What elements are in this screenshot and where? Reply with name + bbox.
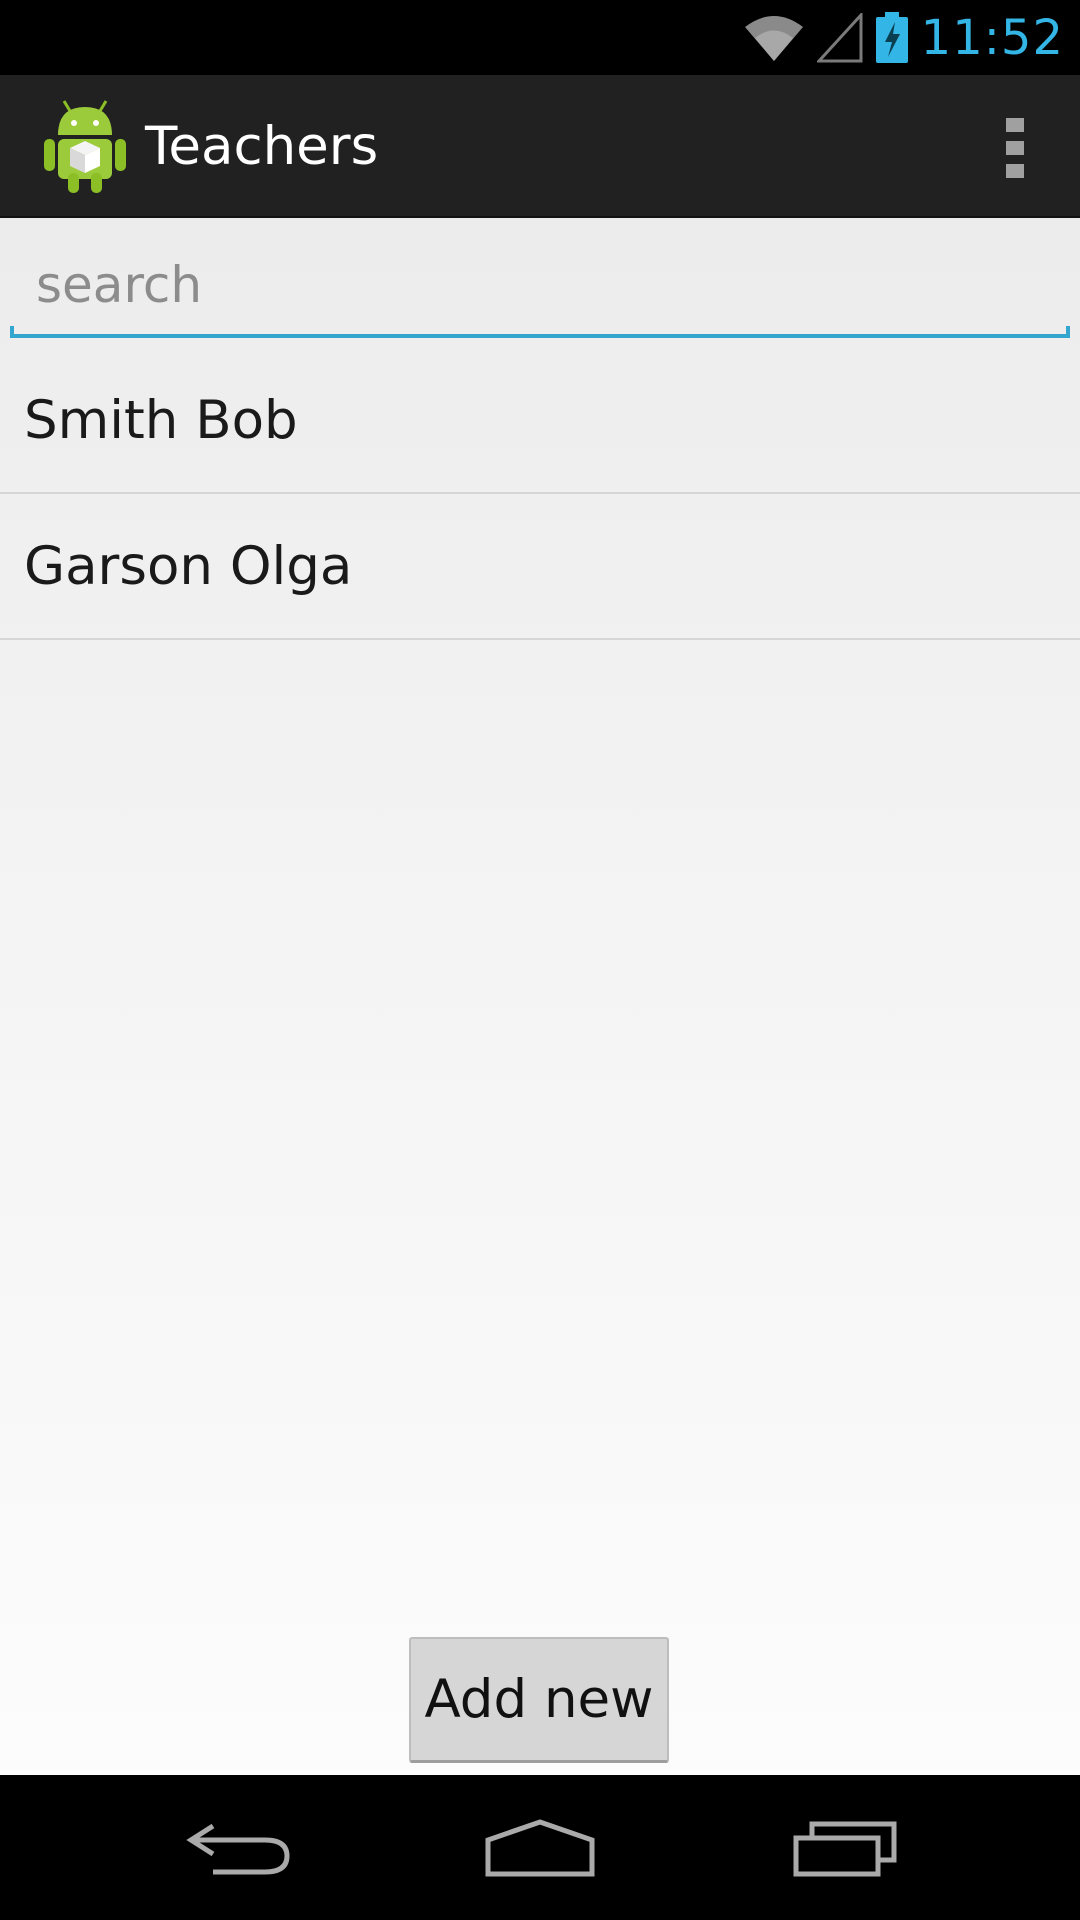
page-title: Teachers bbox=[145, 116, 379, 177]
teacher-list: Smith Bob Garson Olga bbox=[0, 348, 1080, 640]
action-bar: Teachers bbox=[0, 75, 1080, 218]
overflow-menu-button[interactable] bbox=[980, 105, 1050, 190]
back-icon bbox=[186, 1823, 290, 1874]
home-icon bbox=[485, 1818, 595, 1876]
search-input[interactable] bbox=[10, 234, 1070, 336]
recent-apps-icon bbox=[793, 1821, 897, 1876]
home-button[interactable] bbox=[470, 1795, 610, 1900]
battery-charging-icon bbox=[875, 11, 909, 64]
add-new-button[interactable]: Add new bbox=[409, 1637, 669, 1763]
status-bar: 11:52 bbox=[0, 0, 1080, 75]
android-app-icon[interactable] bbox=[40, 97, 130, 195]
content-area: Smith Bob Garson Olga Add new bbox=[0, 218, 1080, 1775]
wifi-icon bbox=[743, 13, 805, 63]
overflow-menu-icon bbox=[1006, 117, 1024, 178]
cell-signal-icon bbox=[816, 12, 863, 63]
list-item-label: Garson Olga bbox=[24, 535, 353, 597]
list-item[interactable]: Garson Olga bbox=[0, 494, 1080, 640]
list-item[interactable]: Smith Bob bbox=[0, 348, 1080, 494]
add-new-button-label: Add new bbox=[424, 1669, 654, 1730]
search-underline bbox=[10, 326, 1070, 338]
search-field bbox=[10, 234, 1070, 344]
recent-apps-button[interactable] bbox=[775, 1795, 915, 1900]
back-button[interactable] bbox=[170, 1795, 310, 1900]
list-item-label: Smith Bob bbox=[24, 389, 298, 451]
status-time: 11:52 bbox=[920, 9, 1064, 66]
status-icons: 11:52 bbox=[743, 0, 1064, 75]
navigation-bar bbox=[0, 1775, 1080, 1920]
